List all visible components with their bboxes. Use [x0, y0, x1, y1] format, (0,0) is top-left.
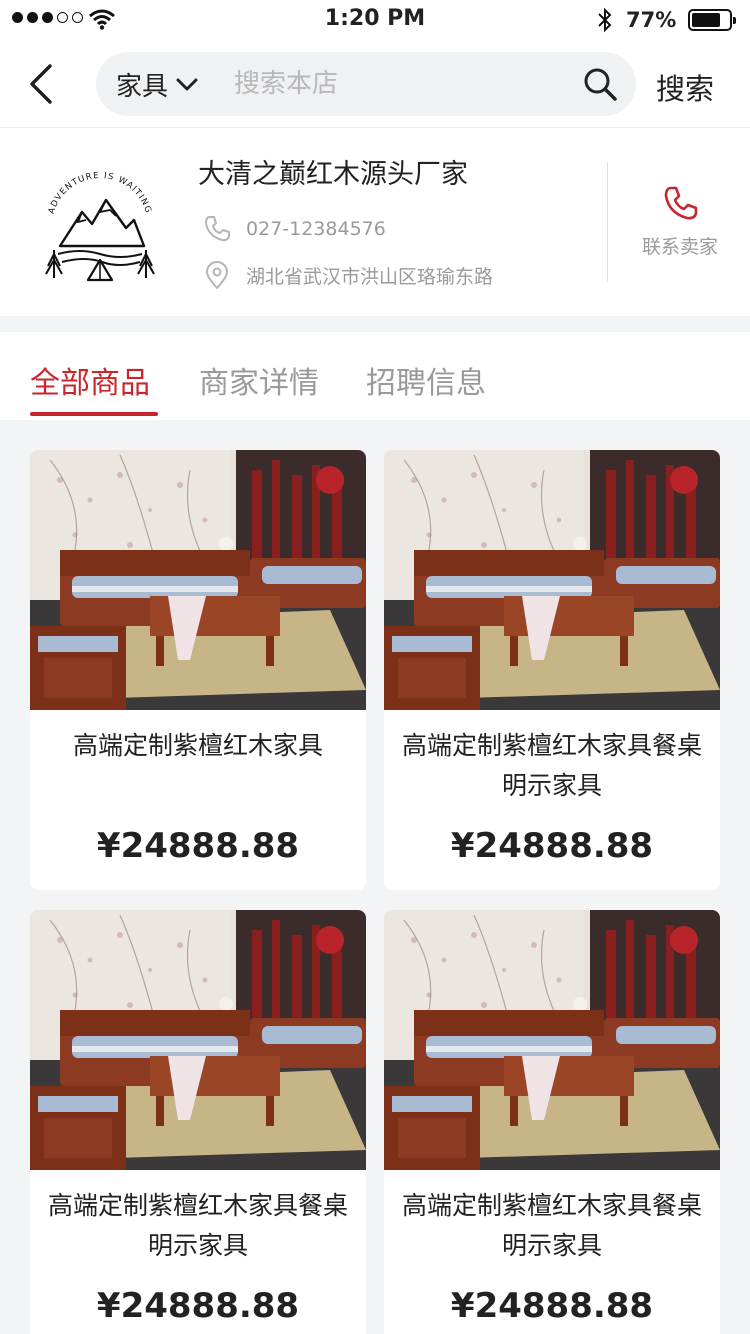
store-header: ADVENTURE IS WAITING 大清之巅红木源头厂家 027-1238…: [0, 128, 750, 316]
product-image: [384, 910, 720, 1170]
bluetooth-icon: [598, 7, 612, 33]
search-box: 家具: [96, 52, 636, 116]
store-phone: 027-12384576: [246, 218, 386, 240]
product-image: [384, 450, 720, 710]
divider: [607, 162, 608, 282]
tab-bar: 全部商品 商家详情 招聘信息: [0, 332, 750, 420]
back-icon[interactable]: [22, 60, 62, 108]
product-card[interactable]: 高端定制紫檀红木家具 ¥24888.88: [30, 450, 366, 890]
tab-merchant-details[interactable]: 商家详情: [199, 358, 319, 402]
product-title: 高端定制紫檀红木家具餐桌明示家具: [401, 731, 702, 800]
product-price: ¥24888.88: [450, 1286, 654, 1326]
product-image: [30, 910, 366, 1170]
store-phone-row[interactable]: 027-12384576: [202, 214, 386, 244]
category-dropdown[interactable]: 家具: [116, 66, 198, 103]
store-logo: ADVENTURE IS WAITING: [30, 154, 170, 294]
battery-percent: 77%: [626, 8, 677, 32]
battery-icon: [688, 9, 736, 31]
contact-seller-button[interactable]: 联系卖家: [620, 184, 740, 259]
product-title: 高端定制紫檀红木家具餐桌明示家具: [47, 1191, 348, 1260]
category-label: 家具: [116, 72, 169, 102]
product-title: 高端定制紫檀红木家具: [72, 731, 323, 760]
search-icon[interactable]: [582, 66, 618, 102]
search-button[interactable]: 搜索: [656, 66, 714, 108]
tab-all-products[interactable]: 全部商品: [30, 358, 150, 402]
product-card[interactable]: 高端定制紫檀红木家具餐桌明示家具 ¥24888.88: [384, 450, 720, 890]
search-input[interactable]: [234, 60, 564, 108]
nav-bar: 家具 搜索: [0, 40, 750, 128]
product-image: [30, 450, 366, 710]
product-price: ¥24888.88: [96, 1286, 300, 1326]
store-name: 大清之巅红木源头厂家: [198, 159, 468, 190]
store-address: 湖北省武汉市洪山区珞瑜东路: [246, 265, 494, 288]
product-card[interactable]: 高端定制紫檀红木家具餐桌明示家具 ¥24888.88: [30, 910, 366, 1334]
product-card[interactable]: 高端定制紫檀红木家具餐桌明示家具 ¥24888.88: [384, 910, 720, 1334]
store-address-row: 湖北省武汉市洪山区珞瑜东路: [202, 260, 493, 290]
call-icon: [664, 186, 698, 220]
status-bar: 1:20 PM 77%: [0, 0, 750, 40]
product-title: 高端定制紫檀红木家具餐桌明示家具: [401, 1191, 702, 1260]
phone-icon: [205, 216, 230, 242]
product-price: ¥24888.88: [450, 826, 654, 866]
tab-job-info[interactable]: 招聘信息: [366, 358, 486, 402]
contact-seller-label: 联系卖家: [641, 236, 718, 258]
tab-indicator: [30, 412, 158, 416]
product-price: ¥24888.88: [96, 826, 300, 866]
location-pin-icon: [206, 261, 228, 289]
chevron-down-icon: [176, 78, 198, 90]
